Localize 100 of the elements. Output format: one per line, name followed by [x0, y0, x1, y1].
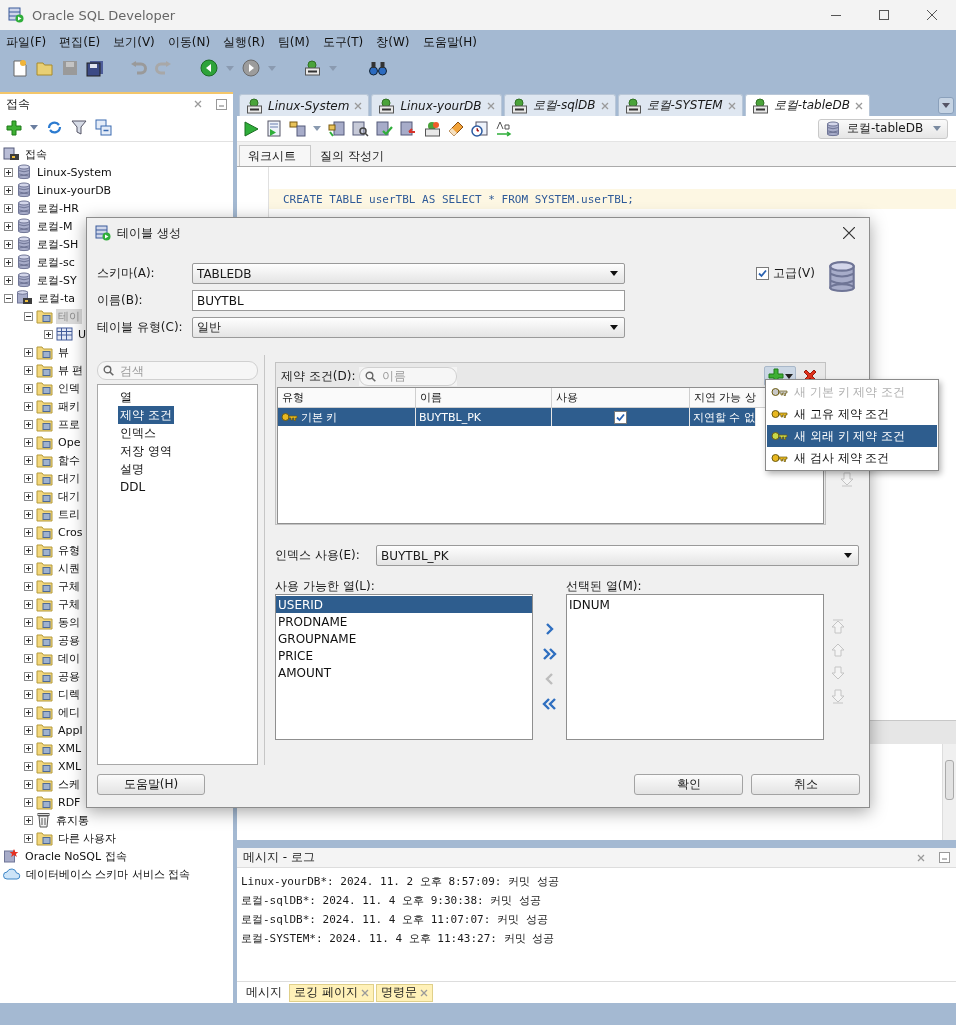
tree-item[interactable]: 로컬-HR: [35, 200, 81, 216]
expand-toggle[interactable]: [24, 455, 33, 465]
tree-item[interactable]: 로컬-sc: [35, 254, 77, 270]
collapse-all-icon[interactable]: [95, 119, 112, 136]
close-icon[interactable]: [194, 100, 202, 108]
expand-toggle[interactable]: [4, 221, 13, 231]
expand-toggle[interactable]: [24, 779, 33, 789]
run-script-icon[interactable]: [266, 120, 282, 137]
expand-toggle[interactable]: [24, 473, 33, 483]
binoculars-icon[interactable]: [369, 60, 387, 76]
expand-toggle[interactable]: [24, 725, 33, 735]
tree-item[interactable]: 데이터베이스 스키마 서비스 접속: [24, 866, 193, 882]
list-item[interactable]: AMOUNT: [276, 664, 532, 681]
expand-toggle[interactable]: [24, 545, 33, 555]
caret-icon[interactable]: [610, 325, 618, 330]
checkbox[interactable]: [756, 267, 770, 280]
tree-item[interactable]: 대기: [56, 488, 82, 504]
expand-toggle[interactable]: [24, 437, 33, 447]
nav-item[interactable]: 저장 영역: [118, 442, 174, 460]
tree-item[interactable]: U: [76, 327, 89, 341]
menu-item[interactable]: 팀(M): [277, 33, 310, 51]
new-file-icon[interactable]: [12, 59, 28, 77]
menu-item[interactable]: 도움말(H): [422, 33, 477, 51]
tree-item[interactable]: 패키: [56, 398, 82, 414]
editor-tab[interactable]: 로컬-SYSTEM: [617, 94, 743, 116]
tree-item[interactable]: 프로: [56, 416, 82, 432]
expand-toggle[interactable]: [24, 509, 33, 519]
new-worksheet-icon[interactable]: [424, 120, 441, 137]
plus-icon[interactable]: [6, 119, 22, 136]
tree-item[interactable]: 휴지통: [54, 812, 91, 828]
expand-toggle[interactable]: [24, 671, 33, 681]
tree-item[interactable]: 접속: [23, 146, 49, 162]
tree-item[interactable]: Linux-yourDB: [35, 183, 114, 197]
help-button[interactable]: 도움말(H): [97, 773, 205, 795]
tree-item[interactable]: 스케: [56, 776, 82, 792]
expand-toggle[interactable]: [24, 383, 33, 393]
ok-button[interactable]: 확인: [634, 773, 743, 795]
menu-item[interactable]: 도구(T): [322, 33, 364, 51]
expand-toggle[interactable]: [4, 293, 13, 303]
tree-item[interactable]: 구체: [56, 596, 82, 612]
filter-icon[interactable]: [71, 119, 87, 136]
expand-toggle[interactable]: [24, 833, 33, 843]
list-item[interactable]: PRODNAME: [276, 613, 532, 630]
tree-item[interactable]: 공용: [56, 632, 82, 648]
expand-toggle[interactable]: [4, 275, 13, 285]
expand-toggle[interactable]: [24, 815, 33, 825]
tree-item[interactable]: 구체: [56, 578, 82, 594]
editor-tab[interactable]: 로컬-tableDB: [744, 94, 870, 116]
tree-item[interactable]: 함수: [56, 452, 82, 468]
tree-item[interactable]: 시퀀: [56, 560, 82, 576]
tree-item[interactable]: 로컬-SY: [35, 272, 79, 288]
history-icon[interactable]: [471, 120, 488, 137]
expand-toggle[interactable]: [24, 743, 33, 753]
tree-item[interactable]: 뷰 편: [56, 362, 86, 378]
expand-toggle[interactable]: [4, 167, 13, 177]
schema-select[interactable]: TABLEDB: [192, 263, 625, 284]
tree-item[interactable]: 뷰: [56, 344, 71, 360]
minimize-icon[interactable]: [216, 98, 227, 110]
tree-item[interactable]: 다른 사용자: [56, 830, 119, 846]
expand-toggle[interactable]: [4, 203, 13, 213]
expand-toggle[interactable]: [24, 635, 33, 645]
tree-item[interactable]: 유형: [56, 542, 82, 558]
expand-toggle[interactable]: [24, 599, 33, 609]
tree-item[interactable]: Linux-System: [35, 165, 114, 179]
expand-toggle[interactable]: [24, 617, 33, 627]
editor-tab[interactable]: 로컬-sqlDB: [503, 94, 616, 116]
expand-toggle[interactable]: [24, 563, 33, 573]
tree-item[interactable]: XML: [56, 759, 84, 773]
format-icon[interactable]: [495, 120, 512, 137]
menu-item[interactable]: 창(W): [376, 33, 410, 51]
search-field[interactable]: 이름: [359, 366, 458, 386]
checkbox[interactable]: [614, 410, 627, 424]
expand-toggle[interactable]: [24, 419, 33, 429]
tree-item[interactable]: 인덱: [56, 380, 82, 396]
expand-toggle[interactable]: [24, 527, 33, 537]
cancel-button[interactable]: 취소: [751, 773, 860, 795]
expand-toggle[interactable]: [4, 185, 13, 195]
tree-item[interactable]: 디렉: [56, 686, 82, 702]
list-item[interactable]: IDNUM: [567, 596, 823, 613]
tuning-icon[interactable]: [352, 120, 369, 137]
worksheet-tab[interactable]: 워크시트: [239, 145, 311, 166]
tab-list-button[interactable]: [938, 97, 954, 114]
name-field[interactable]: BUYTBL: [192, 290, 625, 311]
log-tab[interactable]: 명령문: [375, 983, 433, 1002]
close-icon[interactable]: [917, 853, 925, 862]
list-item[interactable]: GROUPNAME: [276, 630, 532, 647]
nav-item[interactable]: DDL: [118, 478, 148, 496]
expand-toggle[interactable]: [24, 311, 33, 321]
forward-icon[interactable]: [242, 59, 260, 77]
expand-toggle[interactable]: [24, 707, 33, 717]
tree-item[interactable]: 대기: [56, 470, 82, 486]
tree-item[interactable]: 에디: [56, 704, 82, 720]
tree-item[interactable]: Cros: [56, 525, 85, 539]
tree-item[interactable]: Appl: [56, 723, 85, 737]
expand-toggle[interactable]: [4, 257, 13, 267]
caret-icon[interactable]: [844, 553, 852, 558]
expand-toggle[interactable]: [24, 365, 33, 375]
expand-toggle[interactable]: [24, 347, 33, 357]
tree-item[interactable]: 로컬-M: [35, 218, 75, 234]
expand-toggle[interactable]: [24, 401, 33, 411]
